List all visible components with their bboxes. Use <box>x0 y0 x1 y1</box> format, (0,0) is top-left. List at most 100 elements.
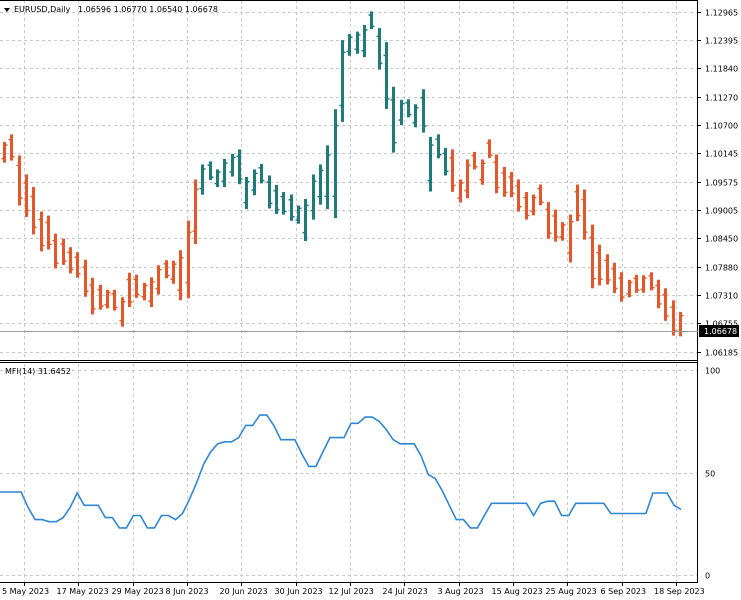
ohlc-bar <box>435 134 442 159</box>
price-tick-label: 1.12965 <box>705 9 738 18</box>
price-tick-label: 1.10700 <box>705 122 738 131</box>
ohlc-bar <box>479 159 486 185</box>
ohlc-bar <box>449 149 456 192</box>
ohlc-bar <box>104 289 111 309</box>
ohlc-bar <box>339 40 346 122</box>
ohlc-bar <box>626 279 633 298</box>
ohlc-bar <box>89 277 96 315</box>
ohlc-bar <box>655 279 662 309</box>
ohlc-bar <box>412 104 419 128</box>
ohlc-bar <box>604 254 611 285</box>
ohlc-bar <box>38 211 45 252</box>
main-title-group: EURUSD,Daily 1.06596 1.06770 1.06540 1.0… <box>4 5 218 14</box>
price-tick-label: 1.09575 <box>705 179 738 188</box>
ohlc-bar <box>192 179 199 245</box>
ohlc-bar <box>16 155 23 206</box>
ohlc-bar <box>677 311 684 337</box>
ohlc-bar <box>581 189 588 240</box>
mfi-tick-label: 100 <box>705 367 720 376</box>
ohlc-bar <box>214 169 221 188</box>
ohlc-bar <box>236 149 243 185</box>
ohlc-bar <box>170 260 177 284</box>
ohlc-bar <box>207 161 214 180</box>
current-price-tag: 1.06678 <box>0 325 739 337</box>
ohlc-bar <box>515 179 522 212</box>
ohlc-bar <box>420 89 427 133</box>
pane-frames <box>0 0 698 583</box>
ohlc-bar <box>243 176 250 210</box>
ohlc-bar <box>60 238 67 265</box>
ohlc-bar <box>199 164 206 195</box>
time-tick-label: 20 Jun 2023 <box>220 587 268 596</box>
ohlc-bar <box>574 184 581 222</box>
indicator-axis-labels: 100 50 0 <box>705 367 720 581</box>
time-tick-label: 3 Aug 2023 <box>438 587 484 596</box>
time-tick-label: 24 Jul 2023 <box>383 587 428 596</box>
ohlc-bar <box>148 277 155 308</box>
ohlc-bar <box>141 282 148 301</box>
ohlc-bar <box>52 233 59 269</box>
ohlc-bar <box>552 209 559 242</box>
ohlc-bar <box>376 28 383 70</box>
ohlc-bar <box>501 166 508 197</box>
ohlc-bar <box>302 199 309 242</box>
ohlc-bar <box>324 145 331 210</box>
symbol-title: EURUSD,Daily <box>14 5 71 14</box>
ohlc-bar <box>185 220 192 299</box>
indicator-title: MFI(14) 31.6452 <box>5 367 71 376</box>
ohlc-bar <box>442 147 449 176</box>
ohlc-bar <box>471 151 478 170</box>
ohlc-bar <box>82 259 89 297</box>
ohlc-bar <box>383 42 390 109</box>
time-tick-label: 17 May 2023 <box>57 587 109 596</box>
ohlc-bar <box>640 275 647 293</box>
ohlc-bar <box>74 252 81 278</box>
time-tick-label: 29 May 2023 <box>112 587 164 596</box>
ohlc-bar <box>163 260 170 279</box>
time-tick-label: 30 Jun 2023 <box>275 587 323 596</box>
time-tick-label: 8 Jun 2023 <box>166 587 209 596</box>
ohlc-bar <box>317 164 324 205</box>
current-price-label: 1.06678 <box>704 327 737 336</box>
ohlc-bar <box>155 265 162 295</box>
ohlc-bar <box>633 274 640 293</box>
ohlc-bar <box>97 284 104 310</box>
price-tick-label: 1.07310 <box>705 292 738 301</box>
price-tick-label: 1.09005 <box>705 207 738 216</box>
time-tick-label: 12 Jul 2023 <box>329 587 374 596</box>
ohlc-bar <box>559 222 566 241</box>
ohlc-bar <box>589 224 596 289</box>
ohlc-bar <box>618 272 625 302</box>
ohlc-bar <box>596 244 603 286</box>
ohlc-bar <box>119 297 126 327</box>
price-tick-label: 1.10145 <box>705 150 738 159</box>
price-tick-label: 1.07880 <box>705 264 738 273</box>
price-axis-labels: 1.12965 1.12395 1.11840 1.11270 1.10700 1.101… <box>705 9 738 358</box>
ohlc-bar <box>398 99 405 126</box>
ohlc-bar <box>390 86 397 153</box>
ohlc-bar <box>258 163 265 184</box>
price-tick-label: 1.11270 <box>705 94 738 103</box>
dropdown-triangle-icon <box>4 8 10 12</box>
ohlc-bar <box>111 289 118 311</box>
ohlc-bar <box>464 159 471 199</box>
ohlc-bar <box>295 205 302 224</box>
ohlc-bar <box>523 192 530 220</box>
time-axis-labels: 5 May 2023 17 May 2023 29 May 2023 8 Jun 20… <box>2 582 705 596</box>
ohlc-bar <box>266 175 273 209</box>
ohlc-bar <box>361 25 368 58</box>
price-tick-label: 1.06185 <box>705 349 738 358</box>
mfi-line <box>0 414 682 529</box>
price-bars <box>1 11 684 337</box>
mfi-tick-label: 0 <box>705 572 710 581</box>
price-tick-label: 1.08450 <box>705 235 738 244</box>
ohlc-bar <box>133 274 140 298</box>
ohlc-bar <box>346 34 353 56</box>
ohlc-bar <box>67 247 74 274</box>
time-tick-label: 18 Sep 2023 <box>654 587 705 596</box>
ohlc-bar <box>670 300 677 336</box>
price-tick-label: 1.12395 <box>705 37 738 46</box>
time-tick-label: 25 Aug 2023 <box>546 587 597 596</box>
ohlc-bar <box>354 31 361 54</box>
ohlc-bar <box>273 185 280 214</box>
